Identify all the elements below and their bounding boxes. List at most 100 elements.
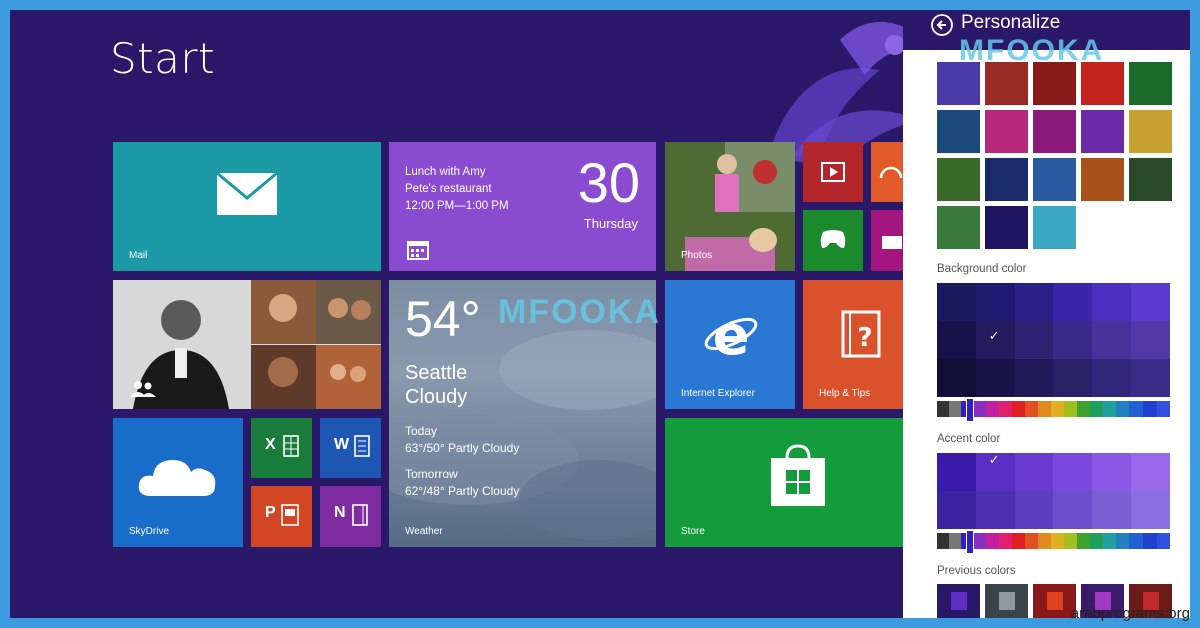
background-hue-thumb[interactable] [966, 398, 974, 422]
pattern-option[interactable] [1033, 62, 1076, 105]
back-arrow-icon[interactable] [931, 14, 953, 36]
internet-explorer-tile[interactable]: e Internet Explorer [665, 280, 795, 409]
games-tile[interactable] [803, 210, 863, 271]
pattern-option[interactable] [985, 206, 1028, 249]
store-label: Store [681, 526, 705, 537]
weather-temperature: 54° [405, 291, 481, 347]
pattern-option[interactable] [937, 110, 980, 153]
video-tile[interactable] [803, 142, 863, 202]
calendar-tile[interactable]: Lunch with Amy Pete's restaurant 12:00 P… [389, 142, 656, 271]
word-tile[interactable]: W [320, 418, 381, 478]
skydrive-tile[interactable]: SkyDrive [113, 418, 243, 547]
weather-today-label: Today [405, 424, 438, 438]
background-swatch[interactable] [1131, 283, 1170, 321]
pattern-option[interactable] [937, 62, 980, 105]
help-tips-tile[interactable]: ? Help & Tips [803, 280, 911, 409]
powerpoint-tile[interactable]: P [251, 486, 312, 547]
background-swatch[interactable] [975, 283, 1015, 321]
previous-colors-label: Previous colors [937, 565, 1016, 577]
xbox-controller-icon [820, 230, 846, 248]
internet-explorer-icon: e [704, 306, 758, 362]
people-tile[interactable] [113, 280, 381, 409]
pattern-option[interactable] [1081, 62, 1124, 105]
excel-sheet-icon [283, 435, 299, 457]
previous-color-option[interactable] [985, 584, 1028, 618]
pattern-option[interactable] [1033, 110, 1076, 153]
background-swatch[interactable] [1053, 283, 1093, 321]
background-swatch[interactable] [1014, 359, 1054, 397]
powerpoint-icon: P [265, 504, 276, 521]
background-swatch[interactable] [1092, 321, 1131, 359]
previous-color-option[interactable] [1033, 584, 1076, 618]
background-hue-slider[interactable] [937, 398, 1170, 422]
background-swatch[interactable] [937, 359, 976, 397]
accent-swatch-selected[interactable]: ✓ [975, 453, 1015, 491]
cloud-icon [138, 460, 216, 496]
watermark-center: MFOOKA [498, 293, 662, 331]
help-tips-label: Help & Tips [819, 388, 871, 399]
store-tile[interactable]: Store [665, 418, 911, 547]
onenote-tile[interactable]: N [320, 486, 381, 547]
background-swatch[interactable] [1053, 321, 1093, 359]
accent-swatch[interactable] [1131, 491, 1170, 529]
photos-label: Photos [681, 250, 713, 261]
powerpoint-slide-icon [281, 504, 299, 526]
accent-swatch[interactable] [1014, 453, 1054, 491]
pattern-option[interactable] [985, 158, 1028, 201]
accent-swatch[interactable] [937, 491, 976, 529]
store-bag-icon [771, 444, 825, 506]
svg-text:?: ? [857, 323, 872, 353]
video-play-icon [821, 162, 845, 182]
pattern-option[interactable] [1033, 158, 1076, 201]
background-swatch[interactable] [1131, 359, 1170, 397]
accent-hue-slider[interactable] [937, 530, 1170, 554]
pattern-option[interactable] [937, 158, 980, 201]
accent-swatch[interactable] [1131, 453, 1170, 491]
calendar-event-title: Lunch with Amy [405, 166, 486, 178]
skydrive-label: SkyDrive [129, 526, 170, 537]
calendar-event-location: Pete's restaurant [405, 183, 492, 195]
pattern-option[interactable] [1129, 62, 1172, 105]
pattern-option[interactable] [937, 206, 980, 249]
background-swatch[interactable] [1014, 283, 1054, 321]
accent-swatch[interactable] [937, 453, 976, 491]
site-watermark: arabprograms.org [1070, 605, 1190, 622]
mail-tile[interactable]: Mail [113, 142, 381, 271]
background-swatch[interactable] [937, 283, 976, 321]
background-swatch[interactable] [1014, 321, 1054, 359]
onenote-notebook-icon [352, 504, 368, 526]
background-swatch[interactable] [1053, 359, 1093, 397]
pattern-option[interactable] [1129, 158, 1172, 201]
accent-swatch[interactable] [975, 491, 1015, 529]
background-color-grid: ✓ [937, 283, 1170, 397]
pattern-option[interactable] [1033, 206, 1076, 249]
weather-tomorrow-value: 62°/48° Partly Cloudy [405, 484, 520, 498]
weather-label: Weather [405, 526, 443, 537]
accent-swatch[interactable] [1092, 491, 1131, 529]
accent-swatch[interactable] [1014, 491, 1054, 529]
pattern-option[interactable] [1081, 158, 1124, 201]
accent-swatch[interactable] [1053, 453, 1093, 491]
pattern-option[interactable] [985, 110, 1028, 153]
background-swatch[interactable] [975, 359, 1015, 397]
photos-tile[interactable]: Photos [665, 142, 795, 271]
background-swatch[interactable] [937, 321, 976, 359]
previous-color-option[interactable] [937, 584, 980, 618]
personalize-panel: Personalize MFOOKA Background color ✓ Ac… [903, 10, 1190, 618]
check-icon: ✓ [988, 453, 1000, 468]
background-swatch[interactable] [1092, 359, 1131, 397]
weather-today-value: 63°/50° Partly Cloudy [405, 441, 520, 455]
accent-swatch[interactable] [1053, 491, 1093, 529]
background-swatch[interactable] [1092, 283, 1131, 321]
background-swatch-selected[interactable]: ✓ [975, 321, 1015, 359]
word-doc-icon [354, 435, 370, 457]
pattern-option[interactable] [1081, 110, 1124, 153]
excel-tile[interactable]: X [251, 418, 312, 478]
weather-condition: Cloudy [405, 386, 468, 408]
accent-swatch[interactable] [1092, 453, 1131, 491]
background-swatch[interactable] [1131, 321, 1170, 359]
pattern-option[interactable] [985, 62, 1028, 105]
accent-hue-thumb[interactable] [966, 530, 974, 554]
calendar-weekday: Thursday [583, 216, 638, 231]
pattern-option[interactable] [1129, 110, 1172, 153]
